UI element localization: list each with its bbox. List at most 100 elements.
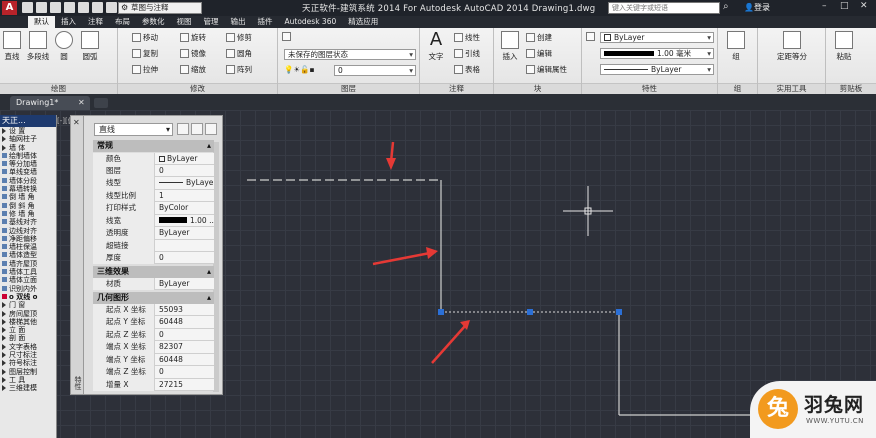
redo-icon[interactable] [106, 2, 117, 13]
close-tab-icon[interactable]: ✕ [78, 96, 85, 109]
layer-state-dropdown[interactable]: 未保存的图层状态 [284, 49, 416, 60]
property-row[interactable]: 线型比例 1 [93, 189, 214, 203]
tarch-menu-item[interactable]: 单线变墙 [0, 168, 56, 176]
current-layer-dropdown[interactable]: 0 [334, 65, 416, 76]
stretch-button[interactable]: 拉伸 [132, 65, 158, 75]
arc-button[interactable]: 圆弧 [78, 31, 102, 62]
paste-button[interactable]: 粘贴 [832, 31, 856, 62]
move-button[interactable]: 移动 [132, 33, 158, 43]
save-icon[interactable] [50, 2, 61, 13]
lineweight-dropdown[interactable]: 1.00 毫米 [600, 48, 714, 59]
tarch-menu-item[interactable]: 识别内外 [0, 285, 56, 293]
property-row[interactable]: 颜色 ByLayer [93, 152, 214, 165]
ribbon-tab[interactable]: 插件 [252, 16, 279, 28]
tarch-menu-item[interactable]: 工 具 [0, 376, 56, 384]
tarch-menu-item[interactable]: 净距偏移 [0, 235, 56, 243]
grip-start[interactable] [438, 309, 444, 315]
object-type-dropdown[interactable]: 直线 [94, 123, 173, 136]
tarch-menu-item[interactable]: 墙体工具 [0, 268, 56, 276]
property-value[interactable]: ByLayer [156, 177, 214, 189]
tarch-menu-item[interactable]: 墙齐屋顶 [0, 260, 56, 268]
maximize-icon[interactable]: □ [840, 1, 849, 11]
property-row[interactable]: 材质 ByLayer [93, 278, 214, 291]
trim-button[interactable]: 修剪 [226, 33, 252, 43]
save-as-icon[interactable] [64, 2, 75, 13]
property-row[interactable]: 起点 X 坐标 55093 [93, 304, 214, 317]
color-dropdown[interactable]: ByLayer [600, 32, 714, 43]
ribbon-tab[interactable]: 管理 [198, 16, 225, 28]
new-file-icon[interactable] [22, 2, 33, 13]
print-icon[interactable] [78, 2, 89, 13]
tarch-menu-item[interactable]: 倒 墙 角 [0, 193, 56, 201]
property-value[interactable]: ByColor [156, 202, 214, 214]
tarch-menu-item[interactable]: 图层控制 [0, 368, 56, 376]
new-tab-button[interactable] [94, 98, 108, 108]
ribbon-tab[interactable]: Autodesk 360 [279, 16, 343, 28]
property-row[interactable]: 超链接 [93, 239, 214, 253]
property-row[interactable]: 起点 Y 坐标 60448 [93, 316, 214, 329]
property-row[interactable]: 起点 Z 坐标 0 [93, 328, 214, 342]
property-row[interactable]: 增量 X 27215 [93, 378, 214, 392]
tarch-menu-item[interactable]: 绘制墙体 [0, 152, 56, 160]
edit-attributes-button[interactable]: 编辑属性 [526, 65, 567, 75]
leader-button[interactable]: 引线 [454, 49, 480, 59]
ribbon-tab[interactable]: 视图 [171, 16, 198, 28]
property-row[interactable]: 线宽 1.00 ... [93, 214, 214, 228]
modify-panel-label[interactable]: 修改 [118, 83, 277, 94]
property-row[interactable]: 端点 X 坐标 82307 [93, 341, 214, 354]
match-properties-icon[interactable] [586, 32, 597, 42]
layer-state-icons[interactable]: 💡☀🔓▪ [284, 65, 314, 75]
property-value[interactable]: 55093 [156, 304, 214, 316]
document-tab[interactable]: Drawing1* ✕ [10, 96, 90, 110]
tarch-menu-item[interactable]: 楼梯其他 [0, 318, 56, 326]
property-value[interactable]: 82307 [156, 341, 214, 353]
fillet-button[interactable]: 圆角 [226, 49, 252, 59]
ribbon-tab[interactable]: 插入 [55, 16, 82, 28]
tarch-menu-item[interactable]: 门 窗 [0, 301, 56, 309]
property-row[interactable]: 端点 Y 坐标 60448 [93, 353, 214, 367]
polyline-button[interactable]: 多段线 [24, 31, 52, 62]
property-value[interactable]: 60448 [156, 354, 214, 366]
property-row[interactable]: 透明度 ByLayer [93, 227, 214, 240]
properties-palette-strip[interactable]: ✕ 特性 [70, 115, 84, 395]
table-button[interactable]: 表格 [454, 65, 480, 75]
property-row[interactable]: 端点 Z 坐标 0 [93, 366, 214, 379]
login-button[interactable]: 👤登录 [744, 2, 770, 13]
tarch-menu-item[interactable]: o 双线 o [0, 293, 56, 301]
rotate-button[interactable]: 旋转 [180, 33, 206, 43]
tarch-menu-item[interactable]: 墙 体 [0, 144, 56, 152]
ribbon-tab[interactable]: 输出 [225, 16, 252, 28]
annotation-panel-label[interactable]: 注释 [420, 83, 493, 94]
draw-panel-label[interactable]: 绘图 [0, 83, 117, 94]
search-input[interactable]: 键入关键字或短语 [608, 2, 720, 14]
tarch-menu-item[interactable]: 倒 斜 角 [0, 202, 56, 210]
ribbon-tab[interactable]: 注释 [82, 16, 109, 28]
close-palette-icon[interactable]: ✕ [73, 118, 80, 127]
layer-properties-icon[interactable] [282, 32, 293, 42]
property-row[interactable]: 厚度 0 [93, 252, 214, 265]
tarch-menu-item[interactable]: 等分加墙 [0, 160, 56, 168]
scale-button[interactable]: 缩放 [180, 65, 206, 75]
line-button[interactable]: 直线 [2, 31, 22, 62]
layers-panel-label[interactable]: 图层 [278, 83, 419, 94]
ribbon-tab[interactable]: 布局 [109, 16, 136, 28]
tarch-menu-title[interactable]: 天正... [0, 115, 56, 127]
grip-end[interactable] [616, 309, 622, 315]
open-file-icon[interactable] [36, 2, 47, 13]
property-value[interactable]: 0 [156, 252, 214, 264]
properties-section-header[interactable]: 三维效果 [93, 265, 214, 278]
property-value[interactable]: ByLayer [156, 227, 214, 239]
tarch-menu-item[interactable]: 边线对齐 [0, 227, 56, 235]
tarch-menu-item[interactable]: 文字表格 [0, 343, 56, 351]
clipboard-panel-label[interactable]: 剪贴板 [826, 83, 876, 94]
tarch-menu-item[interactable]: 剖 面 [0, 334, 56, 342]
select-objects-icon[interactable] [191, 123, 203, 135]
undo-icon[interactable] [92, 2, 103, 13]
tarch-menu-item[interactable]: 墙体立面 [0, 276, 56, 284]
grip-mid[interactable] [527, 309, 533, 315]
property-value[interactable]: 0 [156, 329, 214, 341]
quick-select-icon[interactable] [205, 123, 217, 135]
property-value[interactable]: 1 [156, 190, 214, 202]
tarch-menu-item[interactable]: 墙体分段 [0, 177, 56, 185]
circle-button[interactable]: 圆 [54, 31, 74, 62]
